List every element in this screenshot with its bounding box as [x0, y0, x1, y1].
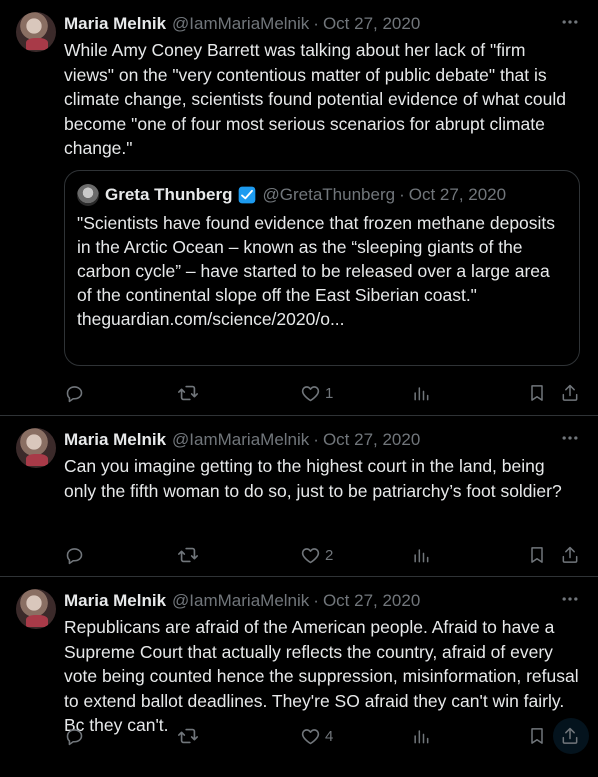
tweet-date[interactable]: Oct 27, 2020 — [323, 14, 420, 34]
reply-icon — [64, 545, 85, 566]
author-name[interactable]: Maria Melnik — [64, 591, 166, 611]
tweet-text: Can you imagine getting to the highest c… — [64, 456, 562, 501]
like-count: 2 — [325, 546, 334, 564]
views-icon — [411, 545, 431, 565]
retweet-icon — [177, 725, 199, 747]
share-icon — [560, 383, 580, 403]
avatar[interactable] — [16, 428, 56, 468]
bookmark-button[interactable] — [527, 726, 547, 746]
views-button[interactable] — [411, 726, 431, 746]
separator-dot: · — [313, 14, 319, 33]
bookmark-button[interactable] — [527, 383, 547, 403]
retweet-button[interactable] — [177, 382, 199, 404]
separator-dot: · — [313, 430, 319, 449]
author-handle[interactable]: @IamMariaMelnik — [172, 430, 309, 450]
quote-link[interactable]: theguardian.com/science/2020/o... — [77, 307, 567, 331]
reply-button[interactable] — [64, 545, 85, 566]
like-button[interactable]: 2 — [296, 545, 333, 566]
tweet-header: Maria Melnik @IamMariaMelnik · Oct 27, 2… — [64, 12, 558, 36]
tweet-text: While Amy Coney Barrett was talking abou… — [64, 40, 566, 158]
heart-icon — [300, 726, 321, 747]
quote-date: Oct 27, 2020 — [408, 185, 507, 204]
retweet-button[interactable] — [177, 544, 199, 566]
like-button[interactable]: 4 — [296, 726, 333, 747]
more-icon[interactable] — [558, 10, 582, 34]
separator-dot: · — [313, 591, 319, 610]
tweet[interactable]: Maria Melnik @IamMariaMelnik · Oct 27, 2… — [0, 416, 598, 577]
tweet-text: Republicans are afraid of the American p… — [64, 617, 579, 735]
share-button[interactable] — [560, 726, 580, 746]
action-bar: 1 — [64, 381, 584, 405]
quote-header: Greta Thunberg @GretaThunberg · Oct 27, … — [77, 183, 506, 207]
tweet-date[interactable]: Oct 27, 2020 — [323, 430, 420, 450]
tweet[interactable]: Maria Melnik @IamMariaMelnik · Oct 27, 2… — [0, 0, 598, 416]
heart-icon — [300, 383, 321, 404]
author-handle[interactable]: @IamMariaMelnik — [172, 591, 309, 611]
retweet-icon — [177, 382, 199, 404]
like-count: 1 — [325, 384, 334, 402]
like-button[interactable]: 1 — [296, 383, 333, 404]
retweet-icon — [177, 544, 199, 566]
share-button[interactable] — [560, 383, 580, 403]
tweet-date[interactable]: Oct 27, 2020 — [323, 591, 420, 611]
avatar[interactable] — [16, 589, 56, 629]
views-icon — [411, 726, 431, 746]
reply-icon — [64, 726, 85, 747]
quote-author-handle: @GretaThunberg — [262, 185, 396, 204]
more-icon[interactable] — [558, 587, 582, 611]
bookmark-button[interactable] — [527, 545, 547, 565]
quote-author-name: Greta Thunberg — [105, 185, 233, 204]
views-button[interactable] — [411, 545, 431, 565]
author-name[interactable]: Maria Melnik — [64, 14, 166, 34]
views-icon — [411, 383, 431, 403]
tweet-header: Maria Melnik @IamMariaMelnik · Oct 27, 2… — [64, 589, 558, 613]
reply-button[interactable] — [64, 726, 85, 747]
quote-text-block: "Scientists have found evidence that fro… — [77, 211, 567, 331]
bookmark-icon — [527, 545, 547, 565]
views-button[interactable] — [411, 383, 431, 403]
tweet-header: Maria Melnik @IamMariaMelnik · Oct 27, 2… — [64, 428, 558, 452]
share-button[interactable] — [560, 545, 580, 565]
separator-dot: · — [399, 185, 405, 204]
action-bar: 4 — [64, 718, 589, 754]
tweet[interactable]: Maria Melnik @IamMariaMelnik · Oct 27, 2… — [0, 577, 598, 777]
action-bar: 2 — [64, 543, 584, 567]
heart-icon — [300, 545, 321, 566]
avatar[interactable] — [16, 12, 56, 52]
quoted-tweet[interactable]: Greta Thunberg @GretaThunberg · Oct 27, … — [64, 170, 580, 366]
avatar — [77, 184, 99, 206]
reply-icon — [64, 383, 85, 404]
bookmark-icon — [527, 383, 547, 403]
share-icon — [560, 726, 580, 746]
like-count: 4 — [325, 727, 334, 745]
share-icon — [560, 545, 580, 565]
author-handle[interactable]: @IamMariaMelnik — [172, 14, 309, 34]
reply-button[interactable] — [64, 383, 85, 404]
bookmark-icon — [527, 726, 547, 746]
verified-badge-icon — [237, 185, 257, 205]
retweet-button[interactable] — [177, 725, 199, 747]
author-name[interactable]: Maria Melnik — [64, 430, 166, 450]
quote-text: "Scientists have found evidence that fro… — [77, 213, 556, 305]
more-icon[interactable] — [558, 426, 582, 450]
